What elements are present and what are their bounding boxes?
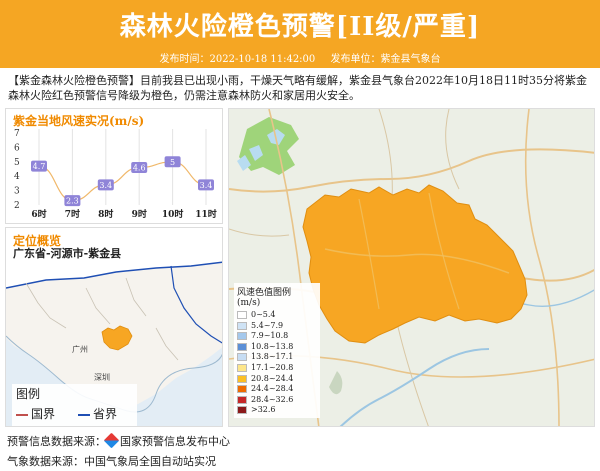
location-panel: 定位概览 广东省-河源市-紫金县 广州 深圳 图例 国界 省界 — [5, 227, 223, 427]
warning-description: 【紫金森林火险橙色预警】目前我县已出现小雨，干燥天气略有缓解，紫金县气象台202… — [8, 74, 587, 102]
wind-legend-swatch — [237, 342, 247, 351]
wind-legend-label: 28.4~32.6 — [251, 394, 294, 404]
province-border-line-icon — [78, 413, 90, 416]
wind-legend-item: 24.4~28.4 — [237, 384, 317, 395]
wind-legend-swatch — [237, 406, 247, 415]
publish-time: 发布时间：2022-10-18 11:42:00 — [159, 54, 316, 65]
y-tick-label: 4 — [14, 172, 20, 182]
warning-center-logo-icon — [103, 432, 120, 449]
warning-source-link[interactable]: 国家预警信息发布中心 — [120, 435, 230, 448]
map-legend-title: 图例 — [16, 387, 41, 401]
wind-legend-swatch — [237, 374, 247, 383]
wind-legend-swatch — [237, 385, 247, 394]
data-point-label: 2.3 — [66, 197, 79, 206]
warning-title: 森林火险橙色预警[II级/严重] — [119, 12, 481, 42]
map-legend: 图例 国界 省界 — [12, 384, 137, 426]
wind-legend-item: 17.1~20.8 — [237, 363, 317, 374]
wind-legend-label: 24.4~28.4 — [251, 384, 294, 394]
wind-legend-label: 10.8~13.8 — [251, 341, 294, 351]
data-point-label: 5 — [170, 158, 175, 167]
wind-legend-label: 20.8~24.4 — [251, 373, 294, 383]
wind-legend-label: 17.1~20.8 — [251, 362, 294, 372]
wind-legend-item: 0~5.4 — [237, 310, 317, 321]
wind-legend-label: 13.8~17.1 — [251, 352, 294, 362]
x-tick-label: 6时 — [31, 208, 46, 220]
wind-legend-item: 20.8~24.4 — [237, 374, 317, 385]
map-label-shenzhen: 深圳 — [94, 372, 110, 382]
national-border-line-icon — [16, 413, 28, 416]
wind-legend-swatch — [237, 332, 247, 341]
wind-legend-item: 10.8~13.8 — [237, 342, 317, 353]
wind-legend-label: 7.9~10.8 — [251, 331, 289, 341]
wind-legend-label: 0~5.4 — [251, 310, 276, 319]
wind-color-legend: 风速色值图例 (m/s) 0~5.4 5.4~7.9 7.9~10.8 10.8~13… — [234, 283, 320, 418]
legend-item-national-border: 国界 — [16, 405, 55, 422]
y-tick-label: 2 — [14, 201, 20, 211]
wind-legend-label: 5.4~7.9 — [251, 320, 284, 330]
warning-header: 森林火险橙色预警[II级/严重] 发布时间：2022-10-18 11:42:0… — [0, 0, 600, 68]
wind-legend-swatch — [237, 353, 247, 362]
header-meta: 发布时间：2022-10-18 11:42:00 发布单位：紫金县气象台 — [0, 50, 600, 65]
publisher: 发布单位：紫金县气象台 — [330, 54, 441, 65]
wind-series-line — [38, 161, 207, 202]
x-tick-label: 8时 — [98, 208, 113, 220]
x-tick-label: 9时 — [132, 208, 147, 220]
wind-legend-swatch — [237, 363, 247, 372]
wind-legend-item: 28.4~32.6 — [237, 395, 317, 406]
data-point-label: 4.6 — [133, 164, 146, 173]
wind-chart: 2 3 4 5 6 7 6时 7时 8时 9时 10时 11时 4.7 2.3 3.4 4.6 5 3.4 — [14, 129, 217, 220]
data-point-label: 3.4 — [200, 181, 213, 190]
x-tick-label: 10时 — [162, 208, 184, 220]
y-tick-label: 6 — [14, 143, 20, 153]
y-tick-label: 3 — [14, 187, 20, 197]
warning-data-source: 预警信息数据来源： 国家预警信息发布中心 — [7, 432, 230, 449]
data-point-label: 4.7 — [33, 162, 46, 171]
x-tick-label: 11时 — [195, 208, 217, 220]
wind-color-legend-title: 风速色值图例 (m/s) — [237, 288, 292, 308]
wind-legend-item: >32.6 — [237, 405, 317, 416]
weather-data-source: 气象数据来源：中国气象局全国自动站实况 — [7, 455, 216, 468]
legend-item-province-border: 省界 — [78, 405, 117, 422]
y-tick-label: 5 — [14, 158, 20, 168]
data-point-label: 3.4 — [99, 181, 112, 190]
y-tick-label: 7 — [14, 129, 20, 139]
map-label-guangzhou: 广州 — [72, 344, 88, 354]
detail-map-panel[interactable]: 风速色值图例 (m/s) 0~5.4 5.4~7.9 7.9~10.8 10.8~13… — [228, 108, 595, 427]
wind-legend-item: 13.8~17.1 — [237, 352, 317, 363]
wind-legend-swatch — [237, 311, 247, 319]
wind-legend-swatch — [237, 321, 247, 330]
x-tick-label: 7时 — [65, 208, 80, 220]
wind-legend-item: 7.9~10.8 — [237, 331, 317, 342]
wind-legend-item: 5.4~7.9 — [237, 321, 317, 332]
wind-legend-label: >32.6 — [251, 405, 276, 415]
wind-chart-panel: 紫金当地风速实况(m/s) 2 3 4 5 6 7 6时 7时 8时 9时 10时 11时 4.7 2.3… — [5, 108, 223, 224]
wind-legend-swatch — [237, 395, 247, 404]
